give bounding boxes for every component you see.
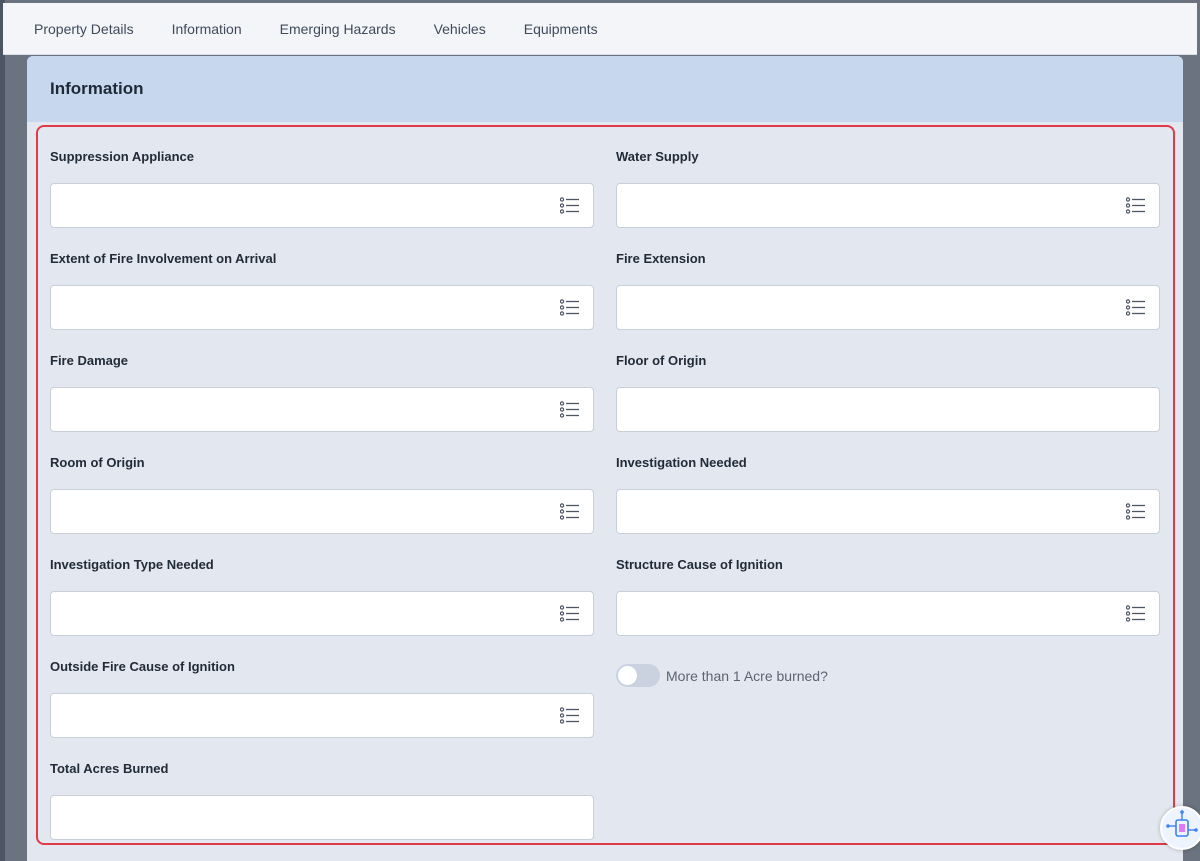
field-label: Investigation Needed [616, 455, 747, 470]
card-title: Information [50, 79, 144, 98]
assistant-widget-icon[interactable] [1160, 806, 1200, 850]
field-label: Suppression Appliance [50, 149, 194, 164]
suppression-appliance-field: Suppression Appliance [50, 147, 594, 228]
circuit-icon [1166, 810, 1198, 837]
list-icon [1126, 299, 1145, 316]
tab-equipments[interactable]: Equipments [513, 3, 609, 55]
list-icon [560, 299, 579, 316]
fire-extension-field: Fire Extension [616, 249, 1160, 330]
suppression-appliance-select[interactable] [50, 183, 594, 228]
outside-fire-cause-field: Outside Fire Cause of Ignition [50, 657, 594, 738]
list-icon [1126, 503, 1145, 520]
outside-fire-cause-select[interactable] [50, 693, 594, 738]
water-supply-field: Water Supply [616, 147, 1160, 228]
field-label: Investigation Type Needed [50, 557, 214, 572]
card-header: Information [27, 56, 1183, 122]
fire-damage-field: Fire Damage [50, 351, 594, 432]
list-icon [560, 401, 579, 418]
tab-property-details[interactable]: Property Details [23, 3, 145, 55]
field-label: Fire Damage [50, 353, 129, 368]
investigation-needed-field: Investigation Needed [616, 453, 1160, 534]
field-label: Total Acres Burned [50, 761, 169, 776]
list-icon [560, 707, 579, 724]
list-icon [560, 605, 579, 622]
investigation-type-select[interactable] [50, 591, 594, 636]
investigation-needed-select[interactable] [616, 489, 1160, 534]
tab-vehicles[interactable]: Vehicles [423, 3, 497, 55]
list-icon [1126, 197, 1145, 214]
list-icon [1126, 605, 1145, 622]
tab-information[interactable]: Information [161, 3, 253, 55]
field-label: Structure Cause of Ignition [616, 557, 783, 572]
total-acres-input[interactable] [50, 795, 594, 840]
structure-cause-select[interactable] [616, 591, 1160, 636]
floor-of-origin-field: Floor of Origin [616, 351, 1160, 432]
window-edge [0, 0, 5, 861]
acre-toggle-row: More than 1 Acre burned? [616, 664, 828, 687]
field-label: Outside Fire Cause of Ignition [50, 659, 235, 674]
acre-toggle[interactable] [616, 664, 660, 687]
field-label: Water Supply [616, 149, 699, 164]
list-icon [560, 503, 579, 520]
tab-bar: Property Details Information Emerging Ha… [3, 3, 1197, 55]
information-card: Information Suppression Appliance Water … [27, 56, 1183, 861]
field-label: Fire Extension [616, 251, 706, 266]
room-of-origin-select[interactable] [50, 489, 594, 534]
toggle-knob [618, 666, 637, 685]
extent-of-fire-select[interactable] [50, 285, 594, 330]
acre-toggle-label: More than 1 Acre burned? [666, 667, 828, 684]
extent-of-fire-field: Extent of Fire Involvement on Arrival [50, 249, 594, 330]
water-supply-select[interactable] [616, 183, 1160, 228]
investigation-type-field: Investigation Type Needed [50, 555, 594, 636]
room-of-origin-field: Room of Origin [50, 453, 594, 534]
fire-extension-select[interactable] [616, 285, 1160, 330]
floor-of-origin-input[interactable] [616, 387, 1160, 432]
tab-emerging-hazards[interactable]: Emerging Hazards [269, 3, 407, 55]
field-label: Extent of Fire Involvement on Arrival [50, 251, 277, 266]
list-icon [560, 197, 579, 214]
field-label: Floor of Origin [616, 353, 707, 368]
fire-damage-select[interactable] [50, 387, 594, 432]
field-label: Room of Origin [50, 455, 145, 470]
structure-cause-field: Structure Cause of Ignition [616, 555, 1160, 636]
total-acres-field: Total Acres Burned [50, 759, 594, 840]
